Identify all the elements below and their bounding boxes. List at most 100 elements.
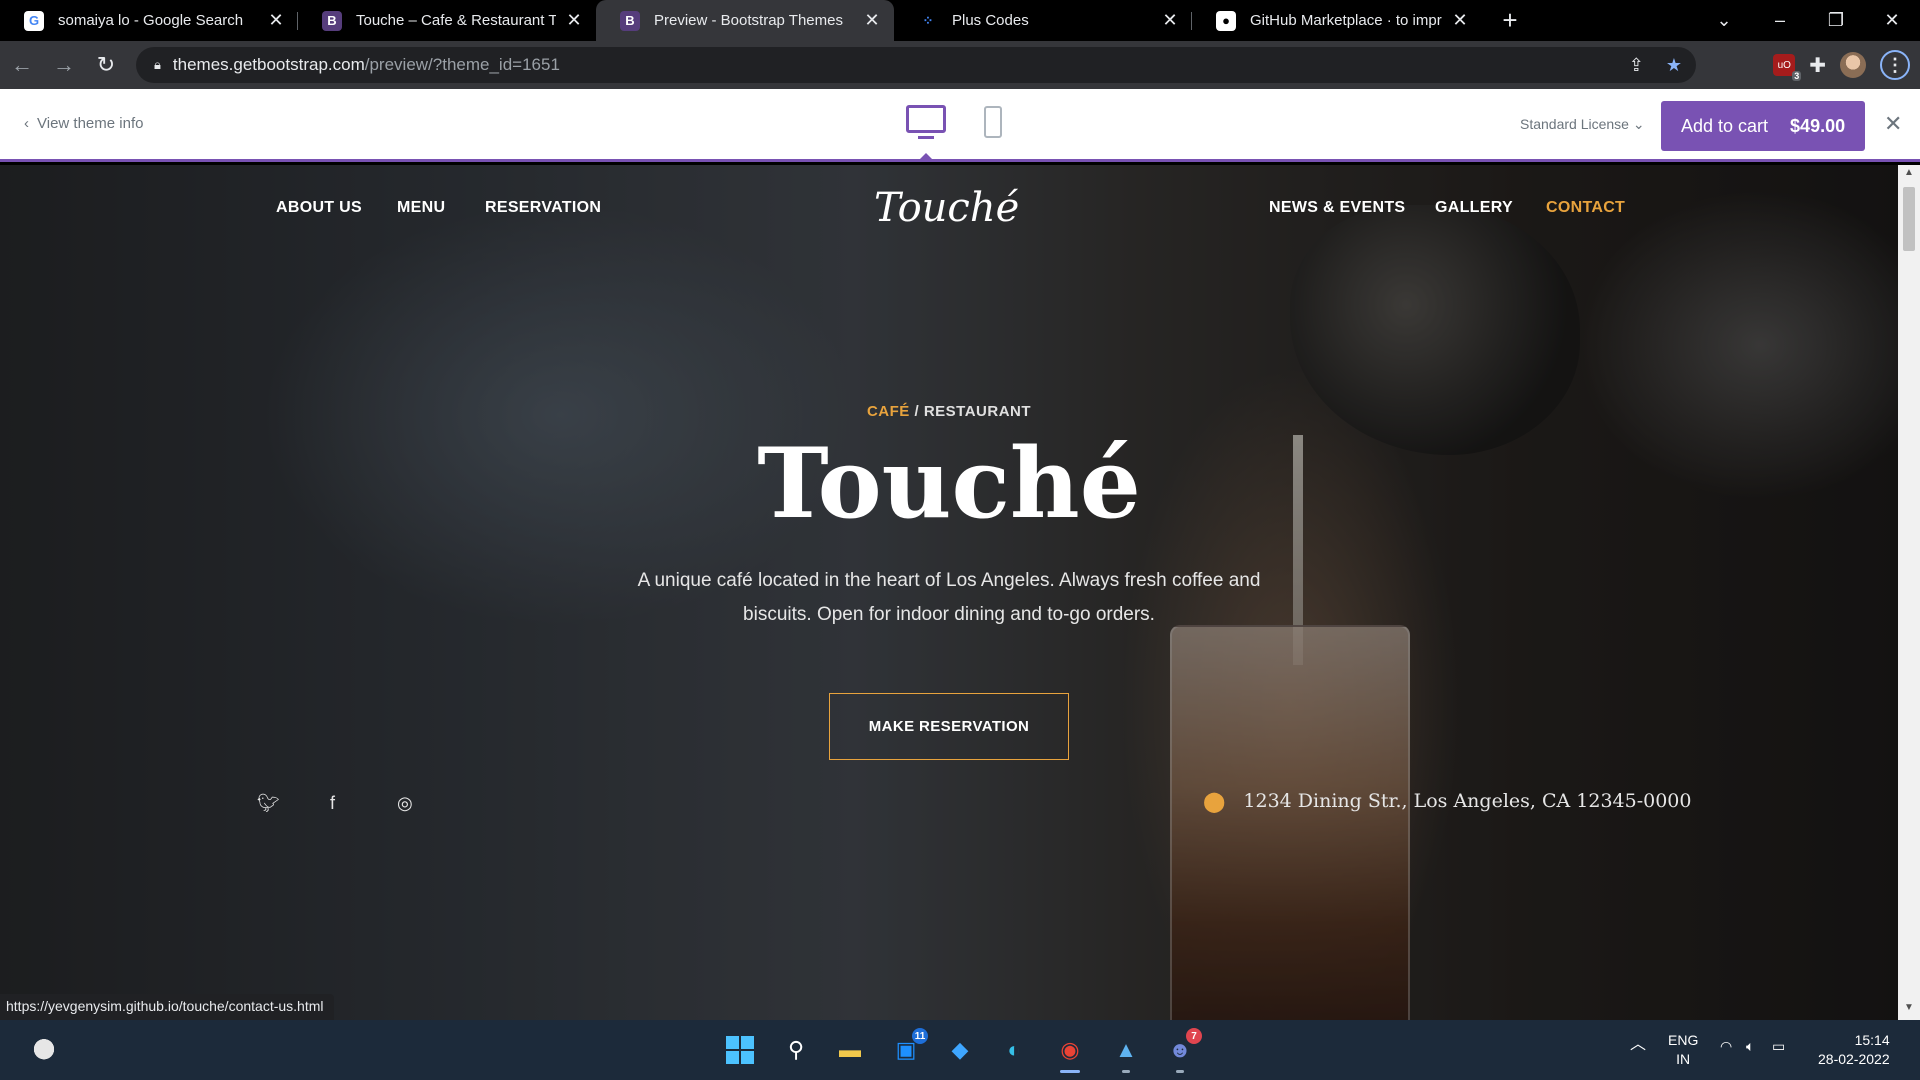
restore-icon[interactable]: ❐ xyxy=(1808,0,1864,41)
chevron-down-icon: ⌄ xyxy=(1632,116,1645,132)
edge-icon[interactable]: ◐ xyxy=(998,1034,1030,1066)
photos-running-indicator xyxy=(1122,1070,1130,1073)
nav-reservation[interactable]: RESERVATION xyxy=(485,199,601,217)
start-button[interactable] xyxy=(724,1034,756,1066)
chrome-icon[interactable]: ◉ xyxy=(1054,1034,1086,1066)
desktop-view-icon[interactable] xyxy=(906,105,946,143)
close-tab-icon[interactable]: ✕ xyxy=(564,10,584,31)
mobile-view-icon[interactable] xyxy=(984,106,1002,138)
scroll-thumb[interactable] xyxy=(1903,187,1915,251)
language-indicator[interactable]: ENG IN xyxy=(1668,1031,1698,1069)
tab-touche-theme[interactable]: B Touche – Cafe & Restaurant Theme ✕ xyxy=(298,0,596,41)
profile-avatar[interactable] xyxy=(1840,52,1866,78)
page-scrollbar[interactable]: ▲ ▼ xyxy=(1898,165,1920,1020)
license-dropdown[interactable]: Standard License ⌄ xyxy=(1520,116,1645,133)
discord-badge: 7 xyxy=(1186,1028,1202,1044)
address-bar[interactable]: 🔒︎ themes.getbootstrap.com/preview/?them… xyxy=(136,47,1696,83)
eyebrow-separator: / xyxy=(909,403,924,420)
eyebrow-cafe: CAFÉ xyxy=(866,403,910,420)
minimize-icon[interactable]: – xyxy=(1752,0,1808,41)
twitter-icon[interactable]: 🐦︎ xyxy=(257,793,280,814)
clock-time: 15:14 xyxy=(1854,1032,1890,1048)
photos-icon[interactable]: ▲ xyxy=(1110,1034,1142,1066)
site-logo[interactable]: Touché xyxy=(874,185,1019,231)
new-tab-button[interactable]: + xyxy=(1488,0,1532,41)
lock-icon[interactable]: 🔒︎ xyxy=(154,57,161,73)
address: ⬤ 1234 Dining Str., Los Angeles, CA 12345… xyxy=(1203,789,1692,813)
microsoft-store-icon[interactable]: ▣ 11 xyxy=(890,1028,928,1066)
search-icon[interactable]: ⚲ xyxy=(780,1034,812,1066)
back-icon[interactable]: ← xyxy=(2,45,42,85)
chevron-left-icon: ‹ xyxy=(24,115,29,132)
discord-icon[interactable]: ☻ 7 xyxy=(1164,1028,1202,1066)
license-label: Standard License xyxy=(1520,116,1629,132)
tab-preview-bootstrap[interactable]: B Preview - Bootstrap Themes ✕ xyxy=(596,0,894,41)
tab-title: Preview - Bootstrap Themes xyxy=(654,12,843,29)
extension-badge: 3 xyxy=(1792,71,1802,81)
theme-preview-bar: ‹ View theme info Standard License ⌄ Add … xyxy=(0,89,1920,162)
tab-search-icon[interactable]: ⌄ xyxy=(1696,0,1752,41)
tab-title: somaiya lo - Google Search xyxy=(58,12,244,29)
price: $49.00 xyxy=(1790,115,1846,136)
map-pin-icon: ⬤ xyxy=(1203,789,1226,813)
store-badge: 11 xyxy=(912,1028,928,1044)
discord-running-indicator xyxy=(1176,1070,1184,1073)
omnibox-actions: ⇪ ★ xyxy=(1629,47,1682,83)
scroll-up-icon[interactable]: ▲ xyxy=(1898,167,1920,183)
plus-codes-icon: ⁘ xyxy=(922,12,934,28)
extensions-puzzle-icon[interactable]: ✚ xyxy=(1809,53,1826,78)
link-status-url: https://yevgenysim.github.io/touche/cont… xyxy=(0,994,334,1020)
nav-about-us[interactable]: ABOUT US xyxy=(276,199,362,217)
tab-title: Plus Codes xyxy=(952,12,1029,29)
hero-eyebrow: CAFÉ / RESTAURANT xyxy=(0,403,1898,420)
vscode-icon[interactable]: ◆ xyxy=(944,1034,976,1066)
reload-icon[interactable]: ↻ xyxy=(86,45,126,85)
bootstrap-icon: B xyxy=(322,10,342,31)
nav-news-events[interactable]: NEWS & EVENTS xyxy=(1269,199,1405,217)
bookmark-star-icon[interactable]: ★ xyxy=(1666,55,1682,76)
ublock-extension-icon[interactable]: uO 3 xyxy=(1773,54,1802,81)
add-to-cart-button[interactable]: Add to cart $49.00 xyxy=(1661,101,1865,151)
close-tab-icon[interactable]: ✕ xyxy=(862,10,882,31)
battery-icon[interactable]: ▭ xyxy=(1772,1038,1785,1055)
weather-icon[interactable] xyxy=(26,1036,56,1060)
extensions-area: uO 3 ✚ ⋮ xyxy=(1773,41,1920,89)
url-host: themes.getbootstrap.com xyxy=(172,55,365,74)
wifi-icon[interactable]: ◠ xyxy=(1720,1038,1732,1055)
hero-lead: A unique café located in the heart of Lo… xyxy=(637,570,1261,625)
chrome-menu-icon[interactable]: ⋮ xyxy=(1880,50,1910,80)
close-tab-icon[interactable]: ✕ xyxy=(266,10,286,31)
forward-icon[interactable]: → xyxy=(44,45,84,85)
clock-date: 28-02-2022 xyxy=(1818,1051,1890,1067)
close-tab-icon[interactable]: ✕ xyxy=(1160,10,1180,31)
volume-icon[interactable]: 🔈︎ xyxy=(1746,1038,1754,1055)
nav-gallery[interactable]: GALLERY xyxy=(1435,199,1513,217)
view-theme-info-label: View theme info xyxy=(37,115,144,132)
file-explorer-icon[interactable]: ▬ xyxy=(834,1034,866,1066)
show-hidden-icons-icon[interactable]: ︿ xyxy=(1630,1030,1646,1054)
instagram-icon[interactable]: ◎ xyxy=(397,793,413,814)
close-window-icon[interactable]: ✕ xyxy=(1864,0,1920,41)
tab-google-search[interactable]: G somaiya lo - Google Search ✕ xyxy=(0,0,298,41)
window-controls: ⌄ – ❐ ✕ xyxy=(1696,0,1920,41)
language-code: ENG xyxy=(1668,1032,1699,1048)
system-clock[interactable]: 15:14 28-02-2022 xyxy=(1818,1031,1890,1069)
browser-tab-strip: G somaiya lo - Google Search ✕ B Touche … xyxy=(0,0,1920,41)
browser-toolbar: ← → ↻ 🔒︎ themes.getbootstrap.com/preview… xyxy=(0,41,1920,89)
close-preview-icon[interactable]: ✕ xyxy=(1884,111,1902,137)
nav-menu[interactable]: MENU xyxy=(397,199,445,217)
windows-taskbar: ⚲ ▬ ▣ 11 ◆ ◐ ◉ ▲ ☻ 7 ︿ ENG IN ◠ 🔈︎ ▭ 15:14 2… xyxy=(0,1020,1920,1080)
tab-github-marketplace[interactable]: ● GitHub Marketplace · to improve ✕ xyxy=(1192,0,1482,41)
make-reservation-button[interactable]: MAKE RESERVATION xyxy=(829,693,1069,760)
tab-plus-codes[interactable]: ⁘ Plus Codes ✕ xyxy=(894,0,1192,41)
close-tab-icon[interactable]: ✕ xyxy=(1450,10,1470,31)
bootstrap-icon: B xyxy=(620,10,640,31)
region-code: IN xyxy=(1676,1051,1691,1067)
view-theme-info-link[interactable]: ‹ View theme info xyxy=(24,115,143,132)
scroll-down-icon[interactable]: ▼ xyxy=(1898,1002,1920,1018)
facebook-icon[interactable]: f xyxy=(330,793,335,814)
share-icon[interactable]: ⇪ xyxy=(1629,55,1644,76)
nav-contact[interactable]: CONTACT xyxy=(1546,199,1625,217)
url-path: /preview/?theme_id=1651 xyxy=(364,55,560,74)
tab-title: GitHub Marketplace · to improve xyxy=(1250,12,1442,29)
